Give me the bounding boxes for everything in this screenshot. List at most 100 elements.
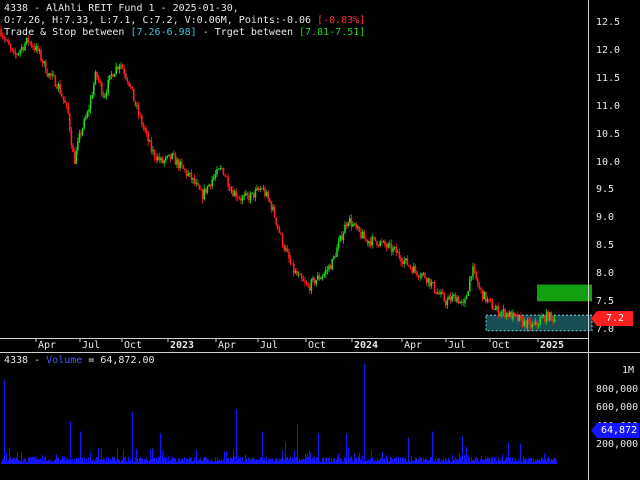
volume-bar xyxy=(266,457,267,464)
volume-bar xyxy=(208,459,209,464)
volume-chart[interactable] xyxy=(0,352,640,480)
volume-bar xyxy=(231,458,232,464)
candle-body xyxy=(501,311,503,314)
volume-bar xyxy=(252,458,253,464)
candle-body xyxy=(280,232,282,234)
volume-bar xyxy=(82,457,83,464)
volume-bar xyxy=(460,456,461,464)
volume-bar xyxy=(308,456,309,464)
volume-bar xyxy=(445,457,446,464)
candle-body xyxy=(22,47,25,51)
volume-bar xyxy=(48,459,49,464)
candle-body xyxy=(21,47,23,51)
volume-bar xyxy=(470,461,471,464)
candle-body xyxy=(8,40,10,45)
volume-bar xyxy=(377,457,378,464)
volume-bar xyxy=(494,456,495,464)
candle-body xyxy=(299,274,301,276)
volume-bar xyxy=(511,461,512,464)
volume-bar xyxy=(458,460,459,464)
volume-bar xyxy=(418,459,419,464)
candle-body xyxy=(398,251,401,258)
candle-body xyxy=(249,193,252,201)
candle-body xyxy=(493,309,495,310)
volume-bar xyxy=(136,448,137,464)
volume-bar xyxy=(420,457,421,464)
volume-bar xyxy=(117,447,118,464)
candle-body xyxy=(221,168,223,169)
volume-bar xyxy=(167,461,168,464)
candle-body xyxy=(166,155,169,158)
candle-body xyxy=(401,262,404,264)
candle-body xyxy=(430,282,433,287)
candle-body xyxy=(550,312,553,317)
candle-body xyxy=(14,52,17,55)
candle-body xyxy=(129,85,132,87)
volume-bar xyxy=(436,461,437,464)
candle-body xyxy=(224,175,226,177)
candle-body xyxy=(29,42,31,43)
candle-body xyxy=(152,150,154,152)
volume-bar xyxy=(233,450,234,464)
candle-body xyxy=(525,320,527,329)
volume-bar xyxy=(487,457,488,464)
volume-bar xyxy=(79,458,80,464)
volume-bar xyxy=(397,461,398,464)
candle-body xyxy=(176,159,178,165)
volume-bar xyxy=(191,458,192,464)
candle-body xyxy=(489,299,492,301)
volume-bar xyxy=(287,456,288,464)
candle-body xyxy=(537,324,540,326)
candle-body xyxy=(37,45,39,51)
volume-bar xyxy=(157,460,158,464)
volume-bar xyxy=(318,433,319,464)
candle-body xyxy=(134,101,137,106)
volume-bar xyxy=(256,458,257,464)
candle-body xyxy=(510,311,513,320)
volume-bar xyxy=(139,458,140,464)
volume-bar xyxy=(384,458,385,464)
volume-bar xyxy=(68,459,69,464)
volume-bar xyxy=(374,461,375,464)
volume-bar xyxy=(9,448,10,464)
volume-bar xyxy=(280,459,281,464)
volume-bar xyxy=(544,453,545,464)
volume-bar xyxy=(249,457,250,464)
volume-bar xyxy=(351,456,352,464)
candle-body xyxy=(209,184,212,187)
candle-body xyxy=(72,145,74,153)
volume-bar xyxy=(264,458,265,464)
candle-body xyxy=(165,157,167,161)
volume-bar xyxy=(454,460,455,464)
volume-bar xyxy=(114,457,115,464)
volume-bar xyxy=(532,461,533,464)
volume-bar xyxy=(526,458,527,464)
volume-bar xyxy=(438,458,439,464)
volume-bar xyxy=(327,462,328,464)
candle-body xyxy=(315,280,317,284)
volume-bar xyxy=(192,461,193,464)
candle-body xyxy=(264,188,266,196)
volume-bar xyxy=(1,461,2,464)
price-chart[interactable] xyxy=(0,0,640,352)
candle-body xyxy=(360,231,362,239)
candle-body xyxy=(547,311,549,321)
volume-bar xyxy=(41,459,42,464)
price-xtick-label: Oct xyxy=(308,340,327,351)
candle-body xyxy=(86,112,89,118)
volume-bar xyxy=(128,456,129,464)
candle-body xyxy=(293,263,295,273)
volume-bar xyxy=(127,461,128,464)
candle-body xyxy=(528,320,530,321)
volume-bar xyxy=(55,459,56,464)
volume-bar xyxy=(388,461,389,464)
volume-bar xyxy=(14,458,15,464)
candle-body xyxy=(257,188,260,190)
volume-bar xyxy=(375,459,376,464)
volume-bar xyxy=(225,461,226,464)
volume-bar xyxy=(344,457,345,464)
volume-bar xyxy=(118,459,119,464)
volume-bar xyxy=(220,460,221,464)
volume-bar xyxy=(381,457,382,464)
candle-body xyxy=(424,273,426,279)
